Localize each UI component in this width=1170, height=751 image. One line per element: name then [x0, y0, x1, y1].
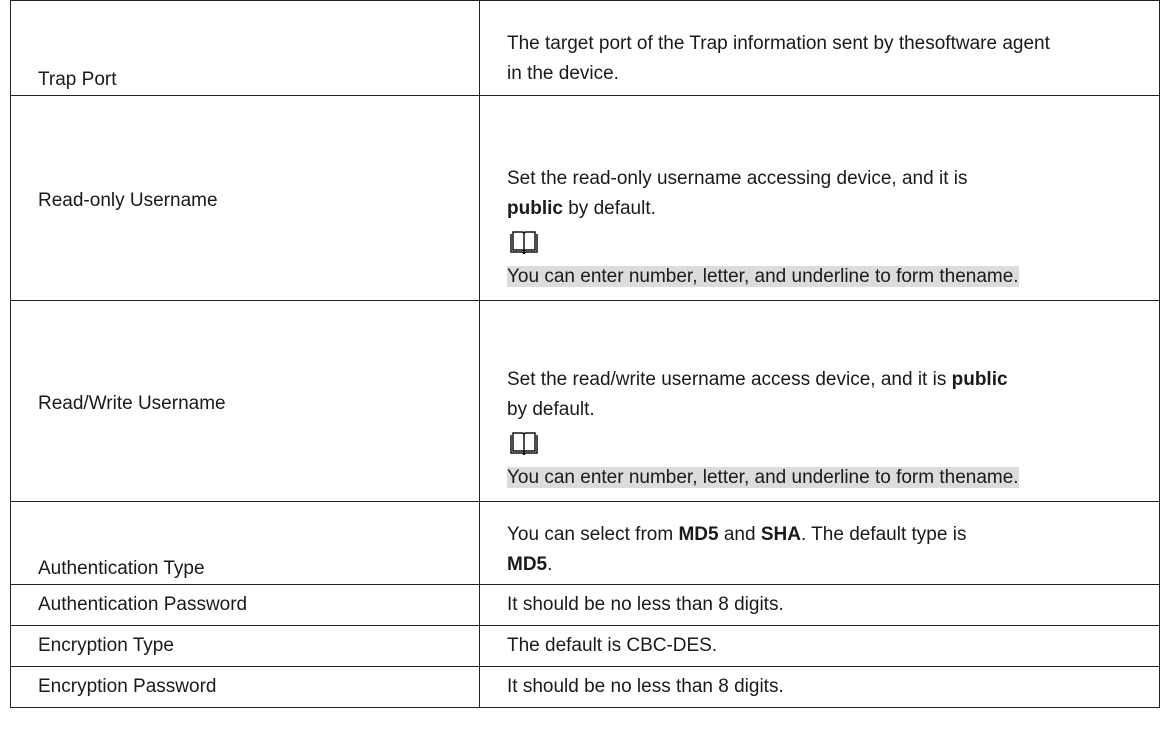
param-name: Authentication Password	[10, 584, 480, 626]
table-row: Authentication Type You can select from …	[10, 501, 1160, 585]
description-line: by default.	[507, 399, 595, 420]
param-name: Encryption Password	[10, 666, 480, 708]
description-text: by default.	[562, 198, 656, 219]
description-line: MD5.	[507, 554, 553, 575]
table-row: Encryption Password It should be no less…	[10, 666, 1160, 708]
table-row: Read/Write Username Set the read/write u…	[10, 300, 1160, 502]
param-description: It should be no less than 8 digits.	[479, 666, 1160, 708]
param-description: You can select from MD5 and SHA. The def…	[479, 501, 1160, 585]
table-row: Authentication Password It should be no …	[10, 584, 1160, 626]
param-description: Set the read-only username accessing dev…	[479, 95, 1160, 301]
note-text: You can enter number, letter, and underl…	[507, 266, 1019, 287]
param-description: It should be no less than 8 digits.	[479, 584, 1160, 626]
note-text: You can enter number, letter, and underl…	[507, 467, 1019, 488]
table-row: Read-only Username Set the read-only use…	[10, 95, 1160, 301]
description-line: Set the read/write username access devic…	[507, 365, 1159, 395]
book-icon	[509, 431, 539, 457]
description-line: Set the read-only username accessing dev…	[507, 168, 968, 189]
param-description: Set the read/write username access devic…	[479, 300, 1160, 502]
param-description: The default is CBC-DES.	[479, 625, 1160, 667]
bold-value: public	[507, 198, 563, 219]
bold-value: SHA	[760, 524, 801, 545]
param-name: Read-only Username	[10, 95, 480, 301]
bold-value: MD5	[678, 524, 719, 545]
table-row: Trap Port The target port of the Trap in…	[10, 0, 1160, 96]
param-name: Read/Write Username	[10, 300, 480, 502]
param-description: The target port of the Trap information …	[479, 0, 1160, 96]
table-row: Encryption Type The default is CBC-DES.	[10, 625, 1160, 667]
param-name: Trap Port	[10, 0, 480, 96]
param-name: Encryption Type	[10, 625, 480, 667]
book-icon	[509, 230, 539, 256]
description-line: You can select from MD5 and SHA. The def…	[507, 524, 967, 545]
description-line: The target port of the Trap information …	[507, 33, 1050, 54]
parameter-table: Trap Port The target port of the Trap in…	[10, 0, 1160, 708]
bold-value: public	[951, 369, 1008, 390]
param-name: Authentication Type	[10, 501, 480, 585]
description-line: public by default.	[507, 194, 1159, 224]
description-line: in the device.	[507, 63, 619, 84]
bold-value: MD5	[507, 554, 548, 575]
description-text: Set the read/write username access devic…	[507, 369, 952, 390]
